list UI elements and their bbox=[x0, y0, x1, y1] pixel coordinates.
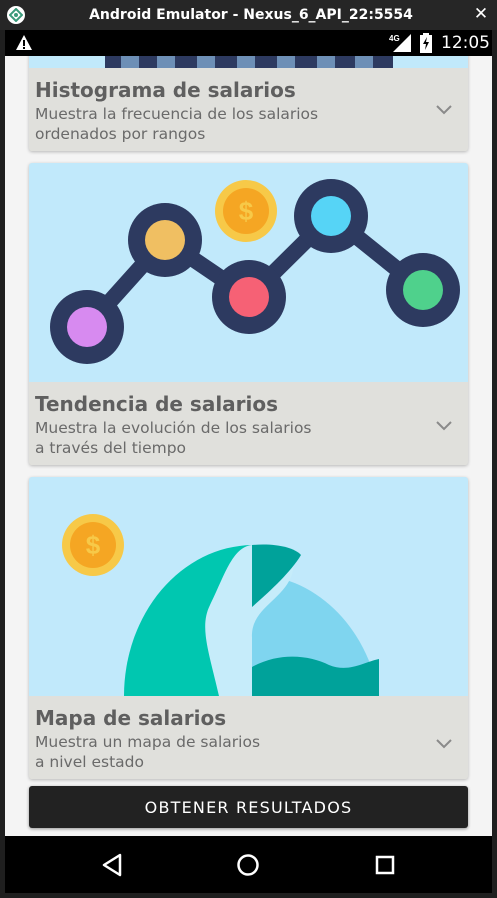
card-info: Mapa de salarios Muestra un mapa de sala… bbox=[29, 696, 468, 779]
card-description-line2: ordenados por rangos bbox=[35, 125, 206, 143]
battery-icon bbox=[420, 33, 432, 58]
svg-text:$: $ bbox=[86, 530, 101, 560]
chevron-down-icon[interactable] bbox=[436, 736, 452, 754]
card-info: Histograma de salarios Muestra la frecue… bbox=[29, 68, 468, 151]
close-window-button[interactable]: ✕ bbox=[471, 4, 491, 24]
back-triangle-icon[interactable] bbox=[95, 848, 129, 882]
warning-icon bbox=[15, 34, 33, 56]
app-screen: Histograma de salarios Muestra la frecue… bbox=[5, 56, 492, 836]
card-title: Mapa de salarios bbox=[35, 706, 227, 730]
card-tendencia[interactable]: $ Tendencia de salarios Muestra la evolu… bbox=[29, 163, 468, 465]
chevron-down-icon[interactable] bbox=[436, 418, 452, 436]
recents-square-icon[interactable] bbox=[368, 848, 402, 882]
trend-chart-image: $ bbox=[29, 163, 468, 382]
status-clock: 12:05 bbox=[441, 33, 490, 53]
svg-text:$: $ bbox=[239, 196, 254, 226]
card-mapa[interactable]: $ Mapa de salarios Muestra un mapa de sa… bbox=[29, 477, 468, 779]
card-description-line1: Muestra la evolución de los salarios bbox=[35, 419, 312, 437]
card-info: Tendencia de salarios Muestra la evoluci… bbox=[29, 382, 468, 465]
chevron-down-icon[interactable] bbox=[436, 102, 452, 120]
card-description-line2: a través del tiempo bbox=[35, 439, 187, 457]
device-frame: 4G 12:05 Histograma de salarios Muestra … bbox=[5, 30, 492, 893]
emulator-title-bar: Android Emulator - Nexus_6_API_22:5554 ✕ bbox=[0, 0, 497, 30]
home-circle-icon[interactable] bbox=[231, 848, 265, 882]
card-histograma[interactable]: Histograma de salarios Muestra la frecue… bbox=[29, 56, 468, 151]
card-description-line1: Muestra la frecuencia de los salarios bbox=[35, 105, 319, 123]
card-title: Tendencia de salarios bbox=[35, 392, 279, 416]
navigation-bar bbox=[5, 836, 492, 893]
window-title: Android Emulator - Nexus_6_API_22:5554 bbox=[89, 7, 413, 23]
histogram-image bbox=[29, 56, 468, 68]
map-chart-image: $ bbox=[29, 477, 468, 696]
card-title: Histograma de salarios bbox=[35, 78, 296, 102]
card-description-line2: a nivel estado bbox=[35, 753, 145, 771]
card-description-line1: Muestra un mapa de salarios bbox=[35, 733, 261, 751]
emulator-app-icon[interactable] bbox=[7, 6, 25, 24]
signal-icon bbox=[393, 34, 411, 57]
obtener-resultados-button[interactable]: OBTENER RESULTADOS bbox=[29, 786, 468, 828]
status-bar: 4G 12:05 bbox=[5, 30, 492, 56]
